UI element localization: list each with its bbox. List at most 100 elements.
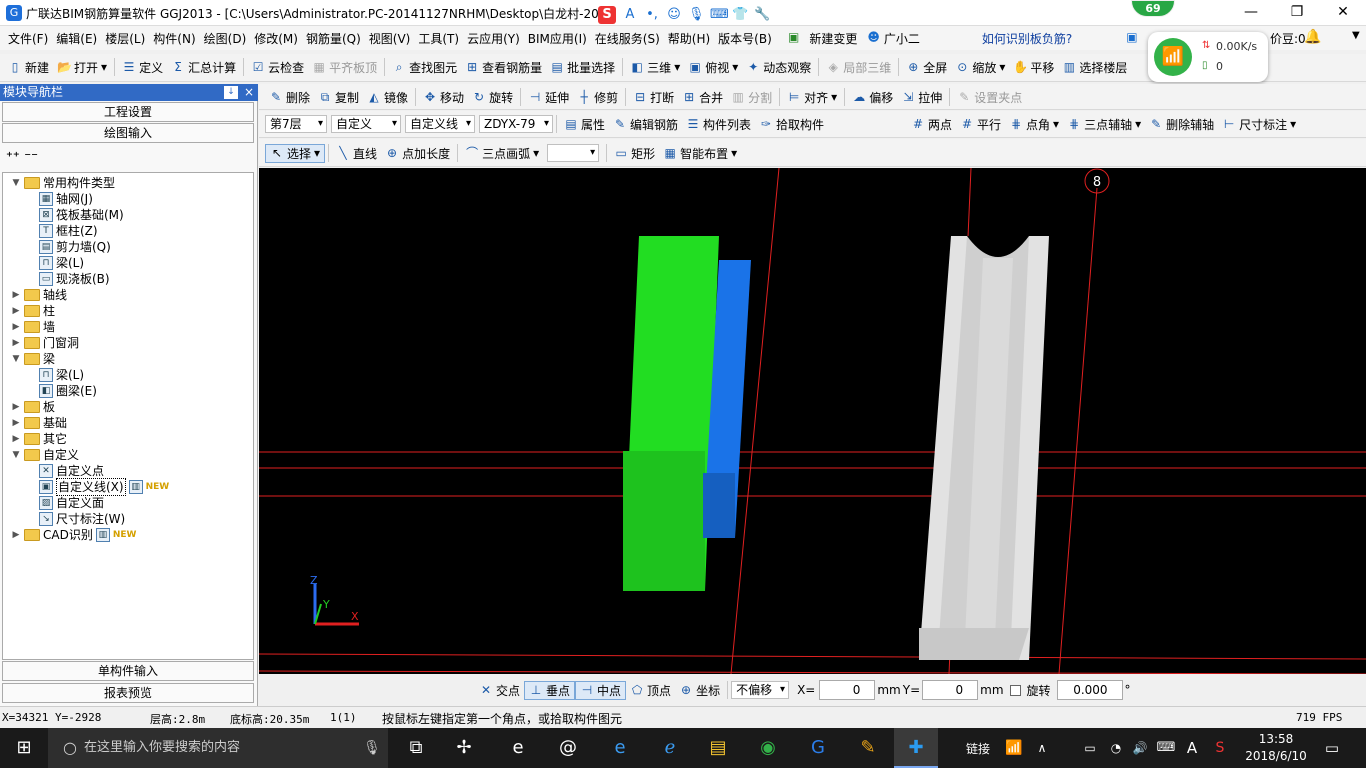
tree-item[interactable]: ▤ 剪力墙(Q) bbox=[39, 239, 111, 255]
toolbar-button-open-folder[interactable]: 📂 打开 ▾ bbox=[53, 59, 111, 76]
rotate-input[interactable]: 0.000 bbox=[1056, 680, 1123, 700]
tree-folder[interactable]: ▶ 轴线 bbox=[11, 287, 67, 303]
toolbar-button-zoom[interactable]: ⊙ 缩放 ▾ bbox=[951, 59, 1009, 76]
browser-360-icon[interactable]: ◉ bbox=[756, 736, 780, 760]
toolbar-button-define[interactable]: ☰ 定义 bbox=[118, 59, 167, 76]
toolbar-button-grip[interactable]: ✎ 设置夹点 bbox=[953, 89, 1026, 106]
toolbar-button-floor-select[interactable]: ▥ 选择楼层 bbox=[1058, 59, 1131, 76]
menu-item[interactable]: 构件(N) bbox=[149, 30, 199, 47]
menu-item[interactable]: 帮助(H) bbox=[664, 30, 714, 47]
menu-item[interactable]: 视图(V) bbox=[365, 30, 415, 47]
toolbar-button-top-view[interactable]: ▣ 俯视 ▾ bbox=[684, 59, 742, 76]
tree-folder[interactable]: ▼ 自定义 bbox=[11, 447, 79, 463]
ggj-app-icon[interactable]: ✚ bbox=[904, 736, 928, 760]
toolbar-button-new[interactable]: ▯ 新建 bbox=[4, 59, 53, 76]
3d-viewport[interactable]: 8 Z Y X bbox=[259, 168, 1366, 674]
keyboard-tray-icon[interactable]: ⌨ bbox=[1154, 736, 1178, 760]
microphone-icon[interactable]: 🎙 bbox=[360, 736, 384, 760]
tree-item[interactable]: ◧ 圈梁(E) bbox=[39, 383, 97, 399]
tree-folder[interactable]: ▶ 基础 bbox=[11, 415, 67, 431]
toolbar-button-stretch[interactable]: ⇲ 拉伸 bbox=[897, 89, 946, 106]
edge-icon[interactable]: e bbox=[608, 736, 632, 760]
toolbar-button-batch-select[interactable]: ▤ 批量选择 bbox=[546, 59, 619, 76]
component-name-select[interactable]: ZDYX-79 bbox=[479, 115, 553, 133]
select-tool-button[interactable]: ↖ 选择 ▾ bbox=[265, 143, 326, 163]
toolbar-button-find[interactable]: ⌕ 查找图元 bbox=[388, 59, 461, 76]
tree-expander-icon[interactable]: ▶ bbox=[11, 303, 21, 319]
tree-expander-icon[interactable]: ▼ bbox=[11, 175, 21, 191]
ime-indicator[interactable]: A bbox=[1180, 736, 1204, 760]
tree-expander-icon[interactable]: ▶ bbox=[11, 399, 21, 415]
toolbar-button-orbit[interactable]: ✦ 动态观察 bbox=[742, 59, 815, 76]
toolbar-button-point-length[interactable]: ⊕ 点加长度 bbox=[381, 145, 454, 162]
minimize-button[interactable]: — bbox=[1228, 0, 1274, 24]
toolbar-button-vertex[interactable]: ⬠ 顶点 bbox=[626, 681, 675, 700]
volume-icon[interactable]: 🔊 bbox=[1128, 736, 1152, 760]
toolbar-button-extend[interactable]: ⊣ 延伸 bbox=[524, 89, 573, 106]
help-question-link[interactable]: 如何识别板负筋? bbox=[982, 30, 1072, 47]
windows-start-icon[interactable]: ⊞ bbox=[12, 736, 36, 760]
toolbar-button-edit-rebar[interactable]: ✎ 编辑钢筋 bbox=[609, 116, 682, 133]
menu-item[interactable]: 云应用(Y) bbox=[463, 30, 524, 47]
tree-expander-icon[interactable]: ▼ bbox=[11, 447, 21, 463]
toolbar-button-pick[interactable]: ✑ 拾取构件 bbox=[755, 116, 828, 133]
chevron-up-icon[interactable]: ∧ bbox=[1030, 736, 1054, 760]
toolbar-button-mirror[interactable]: ◭ 镜像 bbox=[363, 89, 412, 106]
toolbar-button-smart-layout[interactable]: ▦ 智能布置 ▾ bbox=[659, 145, 741, 162]
sogou-icon[interactable]: S bbox=[598, 6, 616, 24]
close-button[interactable]: ✕ bbox=[1320, 0, 1366, 24]
new-change-menu[interactable]: 新建变更 bbox=[809, 30, 857, 47]
skin-icon[interactable]: 👕 bbox=[732, 7, 748, 23]
tree-folder[interactable]: ▼ 常用构件类型 bbox=[11, 175, 115, 191]
category-select[interactable]: 自定义 bbox=[331, 115, 401, 133]
pin-icon[interactable]: ↓ bbox=[224, 86, 238, 99]
toolbar-button-fullscreen[interactable]: ⊕ 全屏 bbox=[902, 59, 951, 76]
toolbar-button-point-angle[interactable]: ⋕ 点角 ▾ bbox=[1005, 116, 1063, 133]
tree-expander-icon[interactable]: ▼ bbox=[11, 351, 21, 367]
type-select[interactable]: 自定义线 bbox=[405, 115, 475, 133]
taskbar-search[interactable]: 在这里输入你要搜索的内容 bbox=[48, 728, 388, 768]
toolbar-button-local-3d[interactable]: ◈ 局部三维 bbox=[822, 59, 895, 76]
toolbar-button-sigma[interactable]: Σ 汇总计算 bbox=[167, 59, 240, 76]
assistant-icon[interactable]: ☻ bbox=[867, 30, 880, 47]
single-component-input-button[interactable]: 单构件输入 bbox=[2, 661, 254, 681]
battery-icon[interactable]: ▭ bbox=[1078, 736, 1102, 760]
menu-item[interactable]: 工具(T) bbox=[414, 30, 463, 47]
microphone-icon[interactable]: 🎙 bbox=[688, 7, 705, 23]
tree-item[interactable]: ↘ 尺寸标注(W) bbox=[39, 511, 125, 527]
sogou-tray-icon[interactable]: S bbox=[1208, 736, 1232, 760]
toolbar-button-merge[interactable]: ⊞ 合并 bbox=[678, 89, 727, 106]
wifi-tray-icon[interactable]: 📶 bbox=[1002, 736, 1026, 760]
toolbar-button-align-slab[interactable]: ▦ 平齐板顶 bbox=[308, 59, 381, 76]
x-input[interactable]: 0 bbox=[819, 680, 876, 700]
maximize-button[interactable]: ❐ bbox=[1274, 0, 1320, 24]
toolbar-button-rebar-view[interactable]: ⊞ 查看钢筋量 bbox=[461, 59, 546, 76]
font-icon[interactable]: A bbox=[622, 7, 638, 23]
collapse-ribbon-icon[interactable]: ▼ bbox=[1352, 30, 1360, 41]
report-preview-button[interactable]: 报表预览 bbox=[2, 683, 254, 703]
y-input[interactable]: 0 bbox=[922, 680, 979, 700]
tree-folder[interactable]: ▶ 板 bbox=[11, 399, 55, 415]
glodon-icon[interactable]: G bbox=[806, 736, 830, 760]
toolbar-button-offset[interactable]: ☁ 偏移 bbox=[848, 89, 897, 106]
user-icon[interactable]: ▣ bbox=[1126, 30, 1137, 47]
clock-date[interactable]: 2018/6/10 bbox=[1244, 749, 1308, 763]
tree-expander-icon[interactable]: ▶ bbox=[11, 415, 21, 431]
toolbar-button-parallel-axis[interactable]: # 平行 bbox=[956, 116, 1005, 133]
bell-icon[interactable]: 🔔 bbox=[1304, 29, 1321, 45]
toolbar-button-delete-axis[interactable]: ✎ 删除辅轴 bbox=[1145, 116, 1218, 133]
toolbar-button-align[interactable]: ⊨ 对齐 ▾ bbox=[783, 89, 841, 106]
toolbar-button-rotate[interactable]: ↻ 旋转 bbox=[468, 89, 517, 106]
toolbar-button-trim[interactable]: ┼ 修剪 bbox=[573, 89, 622, 106]
toolbar-button-coordinate[interactable]: ⊕ 坐标 bbox=[675, 681, 724, 700]
menu-item[interactable]: BIM应用(I) bbox=[524, 30, 591, 47]
tools-icon[interactable]: 🔧 bbox=[754, 7, 770, 23]
project-settings-button[interactable]: 工程设置 bbox=[2, 102, 254, 122]
emoji-icon[interactable]: ☺ bbox=[666, 7, 682, 23]
menu-item[interactable]: 版本号(B) bbox=[714, 30, 776, 47]
toolbar-button-delete[interactable]: ✎ 删除 bbox=[265, 89, 314, 106]
rotate-checkbox[interactable] bbox=[1009, 684, 1021, 696]
tree-item[interactable]: ⊠ 筏板基础(M) bbox=[39, 207, 124, 223]
toolbar-button-midpoint[interactable]: ⊣ 中点 bbox=[575, 680, 627, 700]
toolbar-button-3d-view[interactable]: ◧ 三维 ▾ bbox=[626, 59, 684, 76]
